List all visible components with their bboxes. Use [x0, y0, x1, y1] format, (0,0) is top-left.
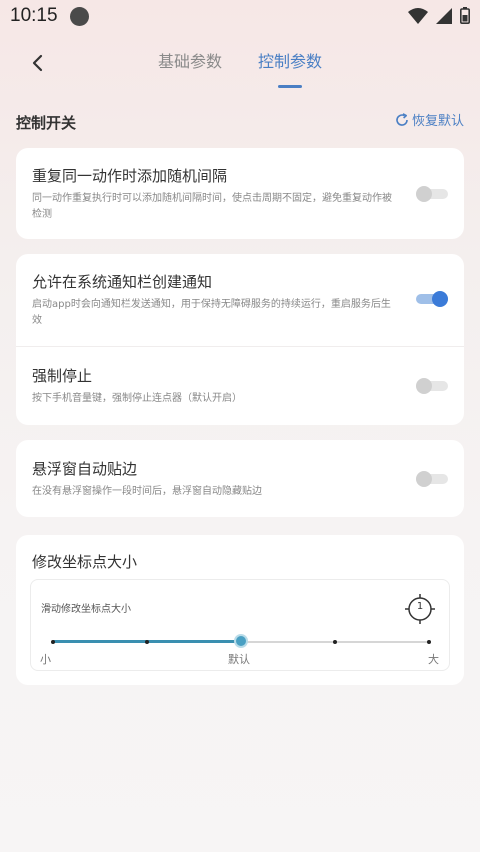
setting-title: 重复同一动作时添加随机间隔: [32, 167, 228, 185]
crosshair-point-icon: 1: [405, 594, 435, 624]
random-interval-toggle[interactable]: [416, 186, 448, 202]
notification-dot-icon: [70, 7, 89, 26]
chevron-left-icon: [32, 54, 43, 72]
back-button[interactable]: [22, 48, 52, 78]
setting-row-force-stop: 强制停止 按下手机音量键，强制停止连点器（默认开启）: [16, 347, 464, 425]
refresh-icon: [396, 112, 408, 126]
status-bar: 10:15: [0, 0, 480, 34]
reset-default-label: 恢复默认: [411, 114, 464, 129]
top-nav: 基础参数 控制参数: [0, 40, 480, 100]
signal-icon: [436, 7, 452, 24]
slider-tick: [333, 640, 337, 644]
tab-control-params[interactable]: 控制参数: [258, 48, 322, 72]
slider-mid-label: 默认: [228, 653, 250, 666]
battery-icon: [460, 7, 470, 24]
random-interval-card: 重复同一动作时添加随机间隔 同一动作重复执行时可以添加随机间隔时间，使点击周期不…: [16, 148, 464, 239]
setting-title: 允许在系统通知栏创建通知: [32, 273, 213, 291]
slider-max-label: 大: [428, 653, 439, 666]
notification-toggle[interactable]: [416, 291, 448, 307]
auto-edge-card: 悬浮窗自动贴边 在没有悬浮窗操作一段时间后，悬浮窗自动隐藏贴边: [16, 440, 464, 517]
wifi-icon: [408, 7, 428, 24]
point-size-card: 修改坐标点大小 滑动修改坐标点大小 1 小 默认 大: [16, 535, 464, 685]
setting-title: 强制停止: [32, 367, 93, 385]
status-time: 10:15: [10, 5, 58, 26]
slider-min-label: 小: [40, 653, 51, 666]
point-number: 1: [416, 601, 424, 612]
setting-row-notification: 允许在系统通知栏创建通知 启动app时会向通知栏发送通知，用于保持无障碍服务的持…: [16, 254, 464, 346]
section-title: 控制开关: [16, 114, 77, 132]
slider-tick: [145, 640, 149, 644]
reset-default-button[interactable]: 恢复默认: [395, 110, 464, 129]
slider-tick: [51, 640, 55, 644]
point-size-slider[interactable]: [51, 634, 431, 648]
tab-basic-params[interactable]: 基础参数: [158, 48, 222, 72]
setting-desc: 在没有悬浮窗操作一段时间后，悬浮窗自动隐藏贴边: [32, 486, 262, 497]
setting-title: 悬浮窗自动贴边: [32, 460, 138, 478]
setting-desc: 按下手机音量键，强制停止连点器（默认开启）: [32, 393, 242, 404]
setting-row-random-interval: 重复同一动作时添加随机间隔 同一动作重复执行时可以添加随机间隔时间，使点击周期不…: [16, 148, 464, 239]
auto-edge-toggle[interactable]: [416, 471, 448, 487]
tab-indicator: [278, 85, 302, 88]
point-size-title: 修改坐标点大小: [32, 553, 138, 571]
setting-desc: 启动app时会向通知栏发送通知，用于保持无障碍服务的持续运行，重启服务后生效: [32, 299, 391, 326]
status-icons: [408, 7, 470, 24]
setting-row-auto-edge: 悬浮窗自动贴边 在没有悬浮窗操作一段时间后，悬浮窗自动隐藏贴边: [16, 440, 464, 517]
slider-tick: [427, 640, 431, 644]
force-stop-toggle[interactable]: [416, 378, 448, 394]
slider-thumb[interactable]: [234, 634, 248, 648]
setting-desc: 同一动作重复执行时可以添加随机间隔时间，使点击周期不固定，避免重复动作被检测: [32, 193, 392, 220]
notification-card: 允许在系统通知栏创建通知 启动app时会向通知栏发送通知，用于保持无障碍服务的持…: [16, 254, 464, 425]
slider-label: 滑动修改坐标点大小: [41, 604, 131, 615]
